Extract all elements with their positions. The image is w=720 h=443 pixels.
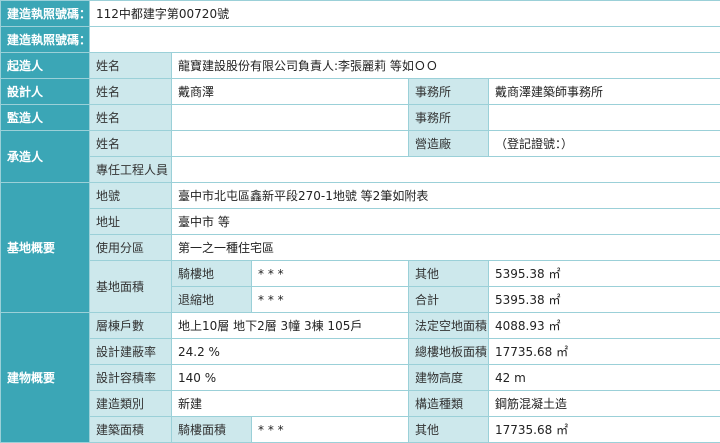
building-height-value: 42 m xyxy=(489,365,720,391)
site-total-label: 合計 xyxy=(409,287,489,313)
site-lot-value: 臺中市北屯區鑫新平段270-1地號 等2筆如附表 xyxy=(172,183,720,209)
contractor-firm-value: （登記證號：） xyxy=(489,131,720,157)
permit-number-2-label: 建造執照號碼： xyxy=(1,27,90,53)
contractor-firm-label: 營造廠 xyxy=(409,131,489,157)
site-address-label: 地址 xyxy=(90,209,172,235)
site-area-label: 基地面積 xyxy=(90,261,172,313)
building-structure-value: 鋼筋混凝土造 xyxy=(489,391,720,417)
applicant-name-value: 龍寶建設股份有限公司負責人:李張麗莉 等如ＯＯ xyxy=(172,53,720,79)
supervisor-office-label: 事務所 xyxy=(409,105,489,131)
supervisor-header: 監造人 xyxy=(1,105,90,131)
building-coverage-label: 設計建蔽率 xyxy=(90,339,172,365)
building-far-value: 140 % xyxy=(172,365,409,391)
building-permit-table: 建造執照號碼： 112中都建字第00720號 建造執照號碼： 起造人 姓名 龍寶… xyxy=(0,0,720,443)
site-setback-label: 退縮地 xyxy=(172,287,252,313)
site-other-label: 其他 xyxy=(409,261,489,287)
building-height-label: 建物高度 xyxy=(409,365,489,391)
site-arcade-label: 騎樓地 xyxy=(172,261,252,287)
site-total-value: 5395.38 ㎡ xyxy=(489,287,720,313)
building-floors-label: 層棟戶數 xyxy=(90,313,172,339)
site-zoning-value: 第一之一種住宅區 xyxy=(172,235,720,261)
applicant-name-label: 姓名 xyxy=(90,53,172,79)
building-open-space-value: 4088.93 ㎡ xyxy=(489,313,720,339)
applicant-header: 起造人 xyxy=(1,53,90,79)
permit-number-2-value xyxy=(90,27,720,53)
designer-header: 設計人 xyxy=(1,79,90,105)
supervisor-name-value xyxy=(172,105,409,131)
building-area-label: 建築面積 xyxy=(90,417,172,443)
site-header: 基地概要 xyxy=(1,183,90,313)
building-floors-value: 地上10層 地下2層 3幢 3棟 105戶 xyxy=(172,313,409,339)
building-type-value: 新建 xyxy=(172,391,409,417)
supervisor-name-label: 姓名 xyxy=(90,105,172,131)
designer-name-label: 姓名 xyxy=(90,79,172,105)
building-arcade-area-label: 騎樓面積 xyxy=(172,417,252,443)
contractor-engineer-label: 專任工程人員 xyxy=(90,157,172,183)
building-other-label: 其他 xyxy=(409,417,489,443)
site-address-value: 臺中市 等 xyxy=(172,209,720,235)
designer-office-label: 事務所 xyxy=(409,79,489,105)
building-header: 建物概要 xyxy=(1,313,90,443)
building-other-value: 17735.68 ㎡ xyxy=(489,417,720,443)
building-coverage-value: 24.2 % xyxy=(172,339,409,365)
contractor-engineer-value xyxy=(172,157,720,183)
designer-name-value: 戴商澤 xyxy=(172,79,409,105)
building-floor-area-label: 總樓地板面積 xyxy=(409,339,489,365)
designer-office-value: 戴商澤建築師事務所 xyxy=(489,79,720,105)
building-structure-label: 構造種類 xyxy=(409,391,489,417)
site-arcade-value: * * * xyxy=(252,261,409,287)
contractor-name-label: 姓名 xyxy=(90,131,172,157)
permit-number-label: 建造執照號碼： xyxy=(1,1,90,27)
building-floor-area-value: 17735.68 ㎡ xyxy=(489,339,720,365)
supervisor-office-value xyxy=(489,105,720,131)
building-far-label: 設計容積率 xyxy=(90,365,172,391)
site-setback-value: * * * xyxy=(252,287,409,313)
building-arcade-area-value: * * * xyxy=(252,417,409,443)
site-other-value: 5395.38 ㎡ xyxy=(489,261,720,287)
site-lot-label: 地號 xyxy=(90,183,172,209)
contractor-name-value xyxy=(172,131,409,157)
building-open-space-label: 法定空地面積 xyxy=(409,313,489,339)
site-zoning-label: 使用分區 xyxy=(90,235,172,261)
contractor-header: 承造人 xyxy=(1,131,90,183)
building-type-label: 建造類別 xyxy=(90,391,172,417)
permit-number-value: 112中都建字第00720號 xyxy=(90,1,720,27)
